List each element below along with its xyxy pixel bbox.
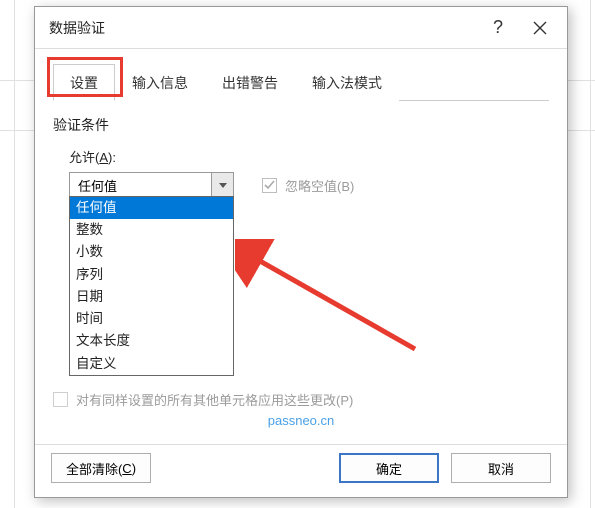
dropdown-item-time[interactable]: 时间 xyxy=(70,308,233,330)
check-icon xyxy=(264,180,275,191)
dialog-titlebar: 数据验证 ? xyxy=(35,7,567,49)
tab-strip: 设置 输入信息 出错警告 输入法模式 xyxy=(53,63,549,101)
chevron-down-icon xyxy=(219,183,227,188)
dropdown-item-text-length[interactable]: 文本长度 xyxy=(70,330,233,352)
tab-input-message[interactable]: 输入信息 xyxy=(115,64,205,101)
clear-all-button[interactable]: 全部清除(C) xyxy=(51,453,151,483)
dropdown-item-whole-number[interactable]: 整数 xyxy=(70,219,233,241)
data-validation-dialog: 数据验证 ? 设置 输入信息 出错警告 输入法模式 验证条件 允许(A): 任何… xyxy=(34,6,568,498)
watermark-text: passneo.cn xyxy=(53,413,549,428)
annotation-arrow xyxy=(235,239,435,359)
dialog-body: 设置 输入信息 出错警告 输入法模式 验证条件 允许(A): 任何值 任何值 整… xyxy=(35,49,567,444)
dropdown-item-decimal[interactable]: 小数 xyxy=(70,241,233,263)
dropdown-item-any-value[interactable]: 任何值 xyxy=(70,197,233,219)
tab-error-alert[interactable]: 出错警告 xyxy=(205,64,295,101)
ignore-blank-label: 忽略空值(B) xyxy=(285,176,354,195)
close-button[interactable] xyxy=(519,7,561,49)
allow-combobox-value: 任何值 xyxy=(70,176,211,195)
cancel-button[interactable]: 取消 xyxy=(451,453,551,483)
ok-button[interactable]: 确定 xyxy=(339,453,439,483)
allow-label: 允许(A): xyxy=(69,147,549,166)
dropdown-item-custom[interactable]: 自定义 xyxy=(70,353,233,375)
dropdown-item-date[interactable]: 日期 xyxy=(70,286,233,308)
help-button[interactable]: ? xyxy=(477,7,519,49)
tab-ime-mode[interactable]: 输入法模式 xyxy=(295,64,399,101)
allow-combobox[interactable]: 任何值 xyxy=(69,172,234,198)
tab-settings[interactable]: 设置 xyxy=(53,64,115,101)
apply-all-label: 对有同样设置的所有其他单元格应用这些更改(P) xyxy=(76,390,353,409)
ignore-blank-checkbox[interactable] xyxy=(262,178,277,193)
allow-dropdown-list: 任何值 整数 小数 序列 日期 时间 文本长度 自定义 xyxy=(69,196,234,376)
ignore-blank-row: 忽略空值(B) xyxy=(262,176,354,195)
allow-combobox-button[interactable] xyxy=(211,173,233,197)
close-icon xyxy=(533,21,547,35)
dialog-title: 数据验证 xyxy=(49,18,477,38)
apply-all-checkbox[interactable] xyxy=(53,392,68,407)
criteria-section-label: 验证条件 xyxy=(53,115,549,135)
help-icon: ? xyxy=(493,17,503,38)
dialog-button-bar: 全部清除(C) 确定 取消 xyxy=(35,444,567,497)
dropdown-item-list[interactable]: 序列 xyxy=(70,264,233,286)
apply-all-row: 对有同样设置的所有其他单元格应用这些更改(P) xyxy=(53,390,549,409)
